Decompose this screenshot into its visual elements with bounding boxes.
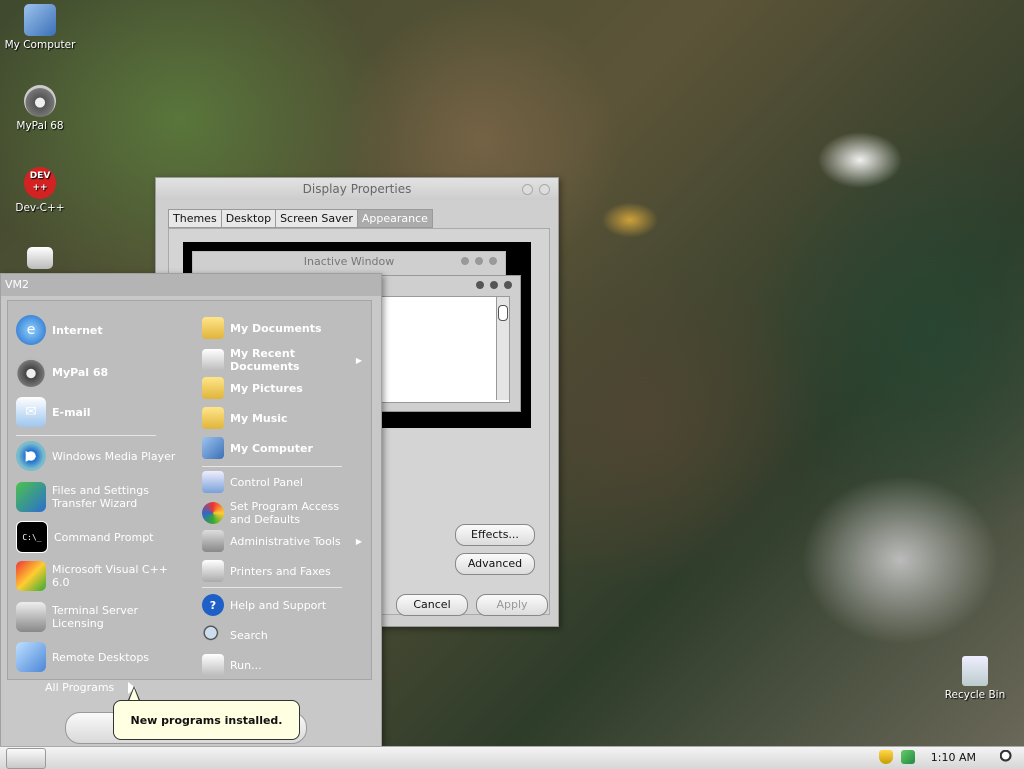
devcpp-icon: DEV ++ — [24, 167, 56, 199]
system-tray: 1:10 AM — [878, 750, 1014, 764]
start-item-internet[interactable]: e Internet — [16, 315, 103, 345]
start-item-my-computer[interactable]: My Computer — [202, 437, 313, 459]
desktop-icon-my-computer[interactable]: My Computer — [0, 4, 80, 51]
start-item-help-support[interactable]: ? Help and Support — [202, 594, 326, 616]
close-button[interactable] — [539, 184, 550, 195]
start-item-mypal[interactable]: MyPal 68 — [16, 357, 108, 387]
tab-desktop[interactable]: Desktop — [220, 209, 277, 228]
internet-explorer-icon: e — [16, 315, 46, 345]
start-item-email[interactable]: ✉ E-mail — [16, 397, 91, 427]
program-access-icon — [202, 502, 224, 524]
folder-documents-icon — [202, 317, 224, 339]
start-menu-user: VM2 — [1, 274, 381, 296]
all-programs-button[interactable]: All Programs — [45, 681, 137, 694]
start-menu-separator — [202, 466, 342, 467]
start-item-media-player[interactable]: ▶ Windows Media Player — [16, 441, 175, 471]
start-item-control-panel[interactable]: Control Panel — [202, 471, 303, 493]
visual-cpp-icon — [16, 561, 46, 591]
security-shield-icon[interactable] — [878, 750, 893, 764]
preview-scrollbar — [496, 297, 509, 400]
computer-icon — [202, 437, 224, 459]
transfer-wizard-icon — [16, 482, 46, 512]
terminal-server-icon — [16, 602, 46, 632]
start-menu-body: e Internet MyPal 68 ✉ E-mail ▶ Windows M… — [7, 300, 372, 680]
start-item-my-music[interactable]: My Music — [202, 407, 288, 429]
run-icon — [202, 654, 224, 676]
tab-bar: Themes Desktop Screen Saver Appearance — [168, 209, 433, 228]
minimize-button[interactable] — [522, 184, 533, 195]
start-button[interactable] — [6, 748, 46, 769]
start-item-recent-documents[interactable]: My Recent Documents ▶ — [202, 347, 368, 373]
tab-themes[interactable]: Themes — [168, 209, 222, 228]
advanced-button[interactable]: Advanced — [455, 553, 535, 575]
start-item-remote-desktops[interactable]: Remote Desktops — [16, 642, 149, 672]
recycle-bin-icon — [962, 656, 988, 686]
media-player-icon: ▶ — [16, 441, 46, 471]
admin-tools-icon — [202, 530, 224, 552]
search-icon — [202, 624, 224, 646]
start-menu-separator — [202, 587, 342, 588]
desktop-icon-devcpp[interactable]: DEV ++ Dev-C++ — [0, 167, 80, 214]
new-programs-balloon[interactable]: New programs installed. — [113, 700, 300, 740]
command-prompt-icon: C:\_ — [16, 521, 48, 553]
computer-icon — [24, 4, 56, 36]
start-item-my-documents[interactable]: My Documents — [202, 317, 322, 339]
recent-documents-icon — [202, 349, 224, 371]
apply-button[interactable]: Apply — [476, 594, 548, 616]
desktop-icon-recycle-bin[interactable]: Recycle Bin — [935, 656, 1015, 701]
network-icon[interactable] — [900, 750, 915, 764]
start-item-printers-faxes[interactable]: Printers and Faxes — [202, 560, 331, 582]
effects-button[interactable]: Effects... — [455, 524, 535, 546]
start-item-run[interactable]: Run... — [202, 654, 262, 676]
start-item-terminal-server-licensing[interactable]: Terminal Server Licensing — [16, 602, 152, 632]
desktop-icon-mypal[interactable]: MyPal 68 — [0, 85, 80, 132]
start-item-program-access[interactable]: Set Program Access and Defaults — [202, 500, 350, 526]
search-icon[interactable] — [1000, 750, 1014, 764]
raccoon-icon — [24, 85, 56, 117]
submenu-arrow-icon: ▶ — [355, 355, 362, 365]
folder-pictures-icon — [202, 377, 224, 399]
inactive-window-title: Inactive Window — [303, 255, 395, 268]
printer-icon — [27, 247, 53, 269]
taskbar: 1:10 AM — [0, 746, 1024, 769]
submenu-arrow-icon: ▶ — [355, 536, 362, 546]
start-menu: VM2 e Internet MyPal 68 ✉ E-mail ▶ Windo… — [0, 273, 382, 747]
clock[interactable]: 1:10 AM — [931, 751, 976, 764]
start-menu-separator — [16, 435, 156, 436]
remote-desktops-icon — [16, 642, 46, 672]
all-programs-label: All Programs — [45, 681, 115, 694]
cancel-button[interactable]: Cancel — [396, 594, 468, 616]
folder-music-icon — [202, 407, 224, 429]
start-item-command-prompt[interactable]: C:\_ Command Prompt — [16, 521, 154, 553]
start-item-administrative-tools[interactable]: Administrative Tools ▶ — [202, 530, 368, 552]
raccoon-icon — [16, 357, 46, 387]
desktop-icon-printer[interactable] — [0, 247, 80, 272]
printer-icon — [202, 560, 224, 582]
start-item-transfer-wizard[interactable]: Files and Settings Transfer Wizard — [16, 482, 172, 512]
start-item-search[interactable]: Search — [202, 624, 268, 646]
control-panel-icon — [202, 471, 224, 493]
email-icon: ✉ — [16, 397, 46, 427]
start-item-my-pictures[interactable]: My Pictures — [202, 377, 303, 399]
start-item-visual-cpp[interactable]: Microsoft Visual C++ 6.0 — [16, 561, 172, 591]
tab-appearance[interactable]: Appearance — [356, 209, 433, 228]
help-icon: ? — [202, 594, 224, 616]
tab-screen-saver[interactable]: Screen Saver — [275, 209, 358, 228]
window-title: Display Properties — [302, 182, 412, 196]
window-titlebar[interactable]: Display Properties — [156, 178, 558, 200]
